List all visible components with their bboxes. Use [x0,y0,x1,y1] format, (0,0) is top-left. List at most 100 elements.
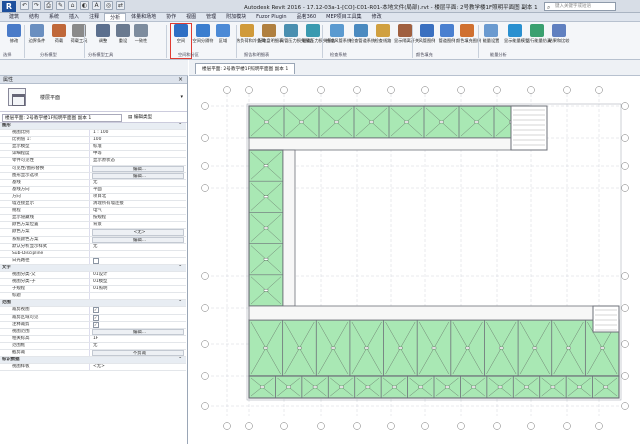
chevron-down-icon[interactable]: ▾ [180,94,183,100]
ribbon-button[interactable]: 修改 [3,24,25,43]
ribbon-button-label: 热负荷和冷负荷 [236,38,266,43]
light-fixture [263,289,269,292]
property-row: 墙连接显示 清理所有墙连接 [0,201,186,209]
property-edit-button[interactable]: 编辑... [92,172,184,179]
property-edit-button[interactable]: 编辑... [92,328,184,335]
qat-button[interactable]: ◎ [104,1,113,10]
ribbon-button[interactable]: 空间分隔符 [192,24,214,43]
property-edit-button[interactable]: 不剪裁 [92,350,184,357]
ribbon-button-icon [262,24,276,37]
light-fixture [263,226,269,230]
ribbon-button[interactable]: 热负荷和冷负荷 [236,24,266,43]
ribbon-button[interactable]: 管道图例 [436,24,458,43]
ribbon-button[interactable]: 显示能量模型 [504,24,529,43]
ribbon-button-label: 管道压力损失报告 [302,38,336,43]
ribbon-button[interactable]: 结果和比较 [548,24,570,43]
type-selector[interactable]: 楼层平面 ▾ [0,84,187,112]
ribbon-button[interactable]: 荷载工况 [68,24,90,43]
close-icon[interactable]: × [178,76,183,84]
ribbon-tab[interactable]: 修改 [367,13,387,21]
qat-button[interactable]: ↷ [32,1,41,10]
ribbon-button[interactable]: 调整 [92,24,114,43]
ribbon-tab[interactable]: 系统 [44,13,64,21]
ribbon-group-separator [84,25,85,58]
property-row: 显示模型 标准 [0,144,186,152]
ribbon-button[interactable]: 区域 [212,24,234,43]
property-checkbox[interactable] [90,315,186,321]
grid-bubble [421,86,429,94]
property-row: 详细程度 中等 [0,151,186,159]
ribbon-tab[interactable]: 体量和场地 [126,13,161,21]
light-fixture [499,346,504,350]
edit-type-button[interactable]: 编辑类型 [128,114,152,120]
ribbon-button[interactable]: 边界条件 [26,24,48,43]
ribbon-tab[interactable]: 协作 [161,13,181,21]
qat-button[interactable]: ⎙ [44,1,53,10]
ribbon-button[interactable]: 配电盘明细表 [258,24,283,43]
ribbon-tab[interactable]: Fuzor Plugin [251,13,291,21]
property-name: 视图分类-父 [0,271,90,279]
grid-bubble [317,86,325,94]
drawing-canvas[interactable] [189,76,640,444]
view-tab[interactable]: 楼层平面: 2号教学楼1F照明平面图 副本 1 [195,63,296,74]
grid-bubble [621,184,629,192]
ribbon-button[interactable]: 检查风管系统 [326,24,351,43]
ribbon-button[interactable]: 风管图例 [416,24,438,43]
property-row: 裁剪视图 [0,307,186,315]
property-section-header[interactable]: 标识数据 ⌃ [0,357,186,365]
property-value [90,251,186,257]
ribbon-button-icon [530,24,544,37]
instance-selector[interactable]: 楼层平面: 2号教学楼1F照明平面图 副本 1 [2,114,122,122]
app-menu-button[interactable]: R [2,1,16,12]
ribbon-button[interactable]: 运行能量仿真 [526,24,551,43]
property-edit-button[interactable]: 编辑... [92,236,184,243]
qat-button[interactable]: ◐ [80,1,89,10]
property-section-header[interactable]: 文字 ⌃ [0,264,186,272]
property-name: 视图范围 [0,328,90,335]
ribbon-button[interactable]: 荷载 [48,24,70,43]
qat-button[interactable]: ⌂ [68,1,77,10]
floor-plan-drawing[interactable] [189,76,640,444]
property-edit-button[interactable]: <无> [92,229,184,236]
ribbon-tab[interactable]: 分析 [104,13,127,21]
ribbon-tab[interactable]: MEP项目工具集 [321,13,367,21]
floor-plan-icon [8,88,26,106]
ribbon-button[interactable]: 检查线路 [372,24,394,43]
grid-bubble [595,422,603,430]
property-checkbox[interactable] [90,322,186,328]
help-search-input[interactable]: ⌕ 键入关键字或短语 [544,2,616,11]
properties-table: 图形 ⌃ 视图比例 1 : 100 比例值 1: 100 显示模型 标准 详细程度 中等 零件可见性… [0,123,186,372]
property-section-header[interactable]: 图形 ⌃ [0,123,186,131]
property-name: 颜色方案位置 [0,222,90,229]
ribbon-tab[interactable]: 插入 [64,13,84,21]
ribbon-button[interactable]: 风管压力损失报告 [280,24,314,43]
ribbon-tab[interactable]: 注释 [84,13,104,21]
qat-button[interactable]: A [92,1,101,10]
property-row: 图形显示选项 编辑... [0,172,186,180]
qat-button[interactable]: ✎ [56,1,65,10]
ribbon-button[interactable]: 颜色填充图例 [456,24,481,43]
ribbon-tab[interactable]: 视图 [181,13,201,21]
qat-button[interactable]: ⇄ [116,1,125,10]
ribbon-tab[interactable]: 品茗360 [292,13,322,21]
ribbon-button-icon [284,24,298,37]
grid-bubble [621,134,629,142]
qat-button[interactable]: ↶ [20,1,29,10]
grid-bubble [527,422,535,430]
property-checkbox[interactable] [90,258,186,264]
ribbon-button[interactable]: 能量设置 [480,24,502,43]
property-edit-button[interactable]: 编辑... [92,165,184,172]
ribbon-tab[interactable]: 附加模块 [221,13,251,21]
property-name: 规程 [0,208,90,215]
property-section-header[interactable]: 范围 ⌃ [0,300,186,308]
search-icon: ⌕ [547,4,551,11]
ribbon-tab[interactable]: 管理 [201,13,221,21]
ribbon-button[interactable]: 管道压力损失报告 [302,24,336,43]
stair [510,105,548,151]
ribbon-tab[interactable]: 建筑 [4,13,24,21]
grid-bubble [201,340,209,348]
ribbon-button[interactable]: 一致性 [130,24,152,43]
property-checkbox[interactable] [90,307,186,313]
ribbon-button[interactable]: 检查管道系统 [350,24,375,43]
ribbon-tab[interactable]: 结构 [24,13,44,21]
